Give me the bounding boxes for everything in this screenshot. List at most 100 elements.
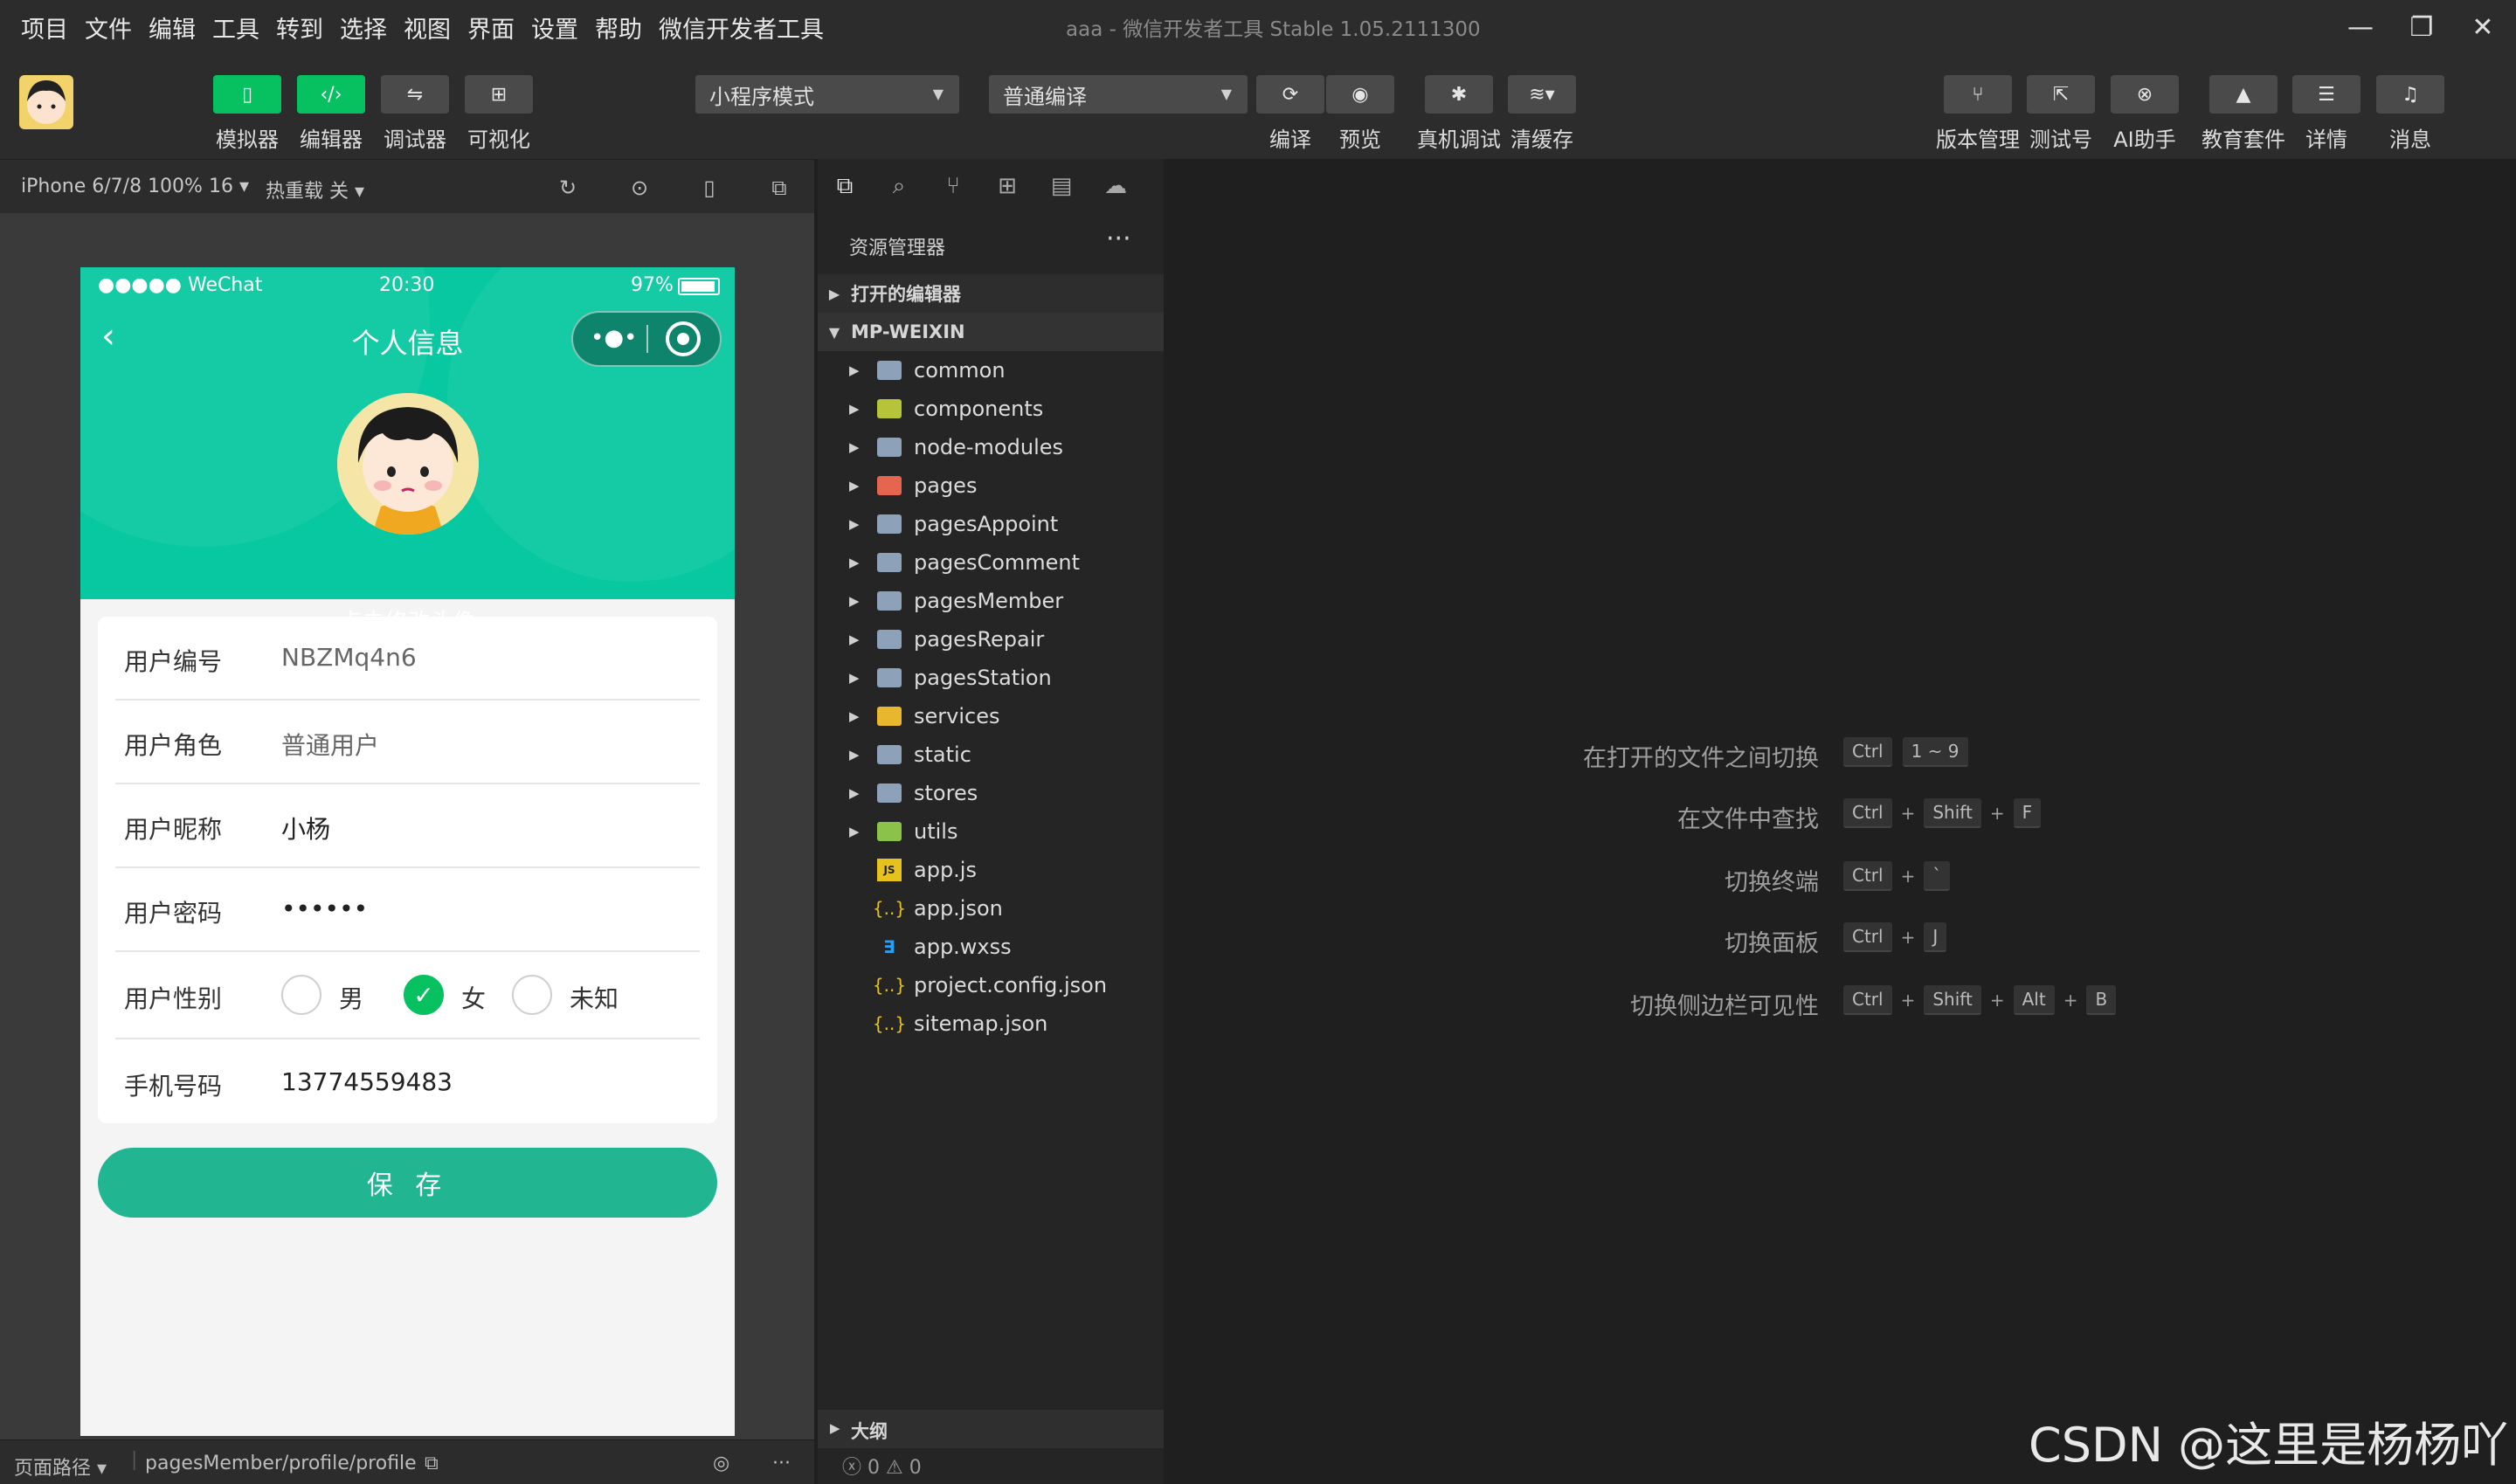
compile-button[interactable]: ⟳ 编译 (1256, 75, 1324, 153)
editor-button[interactable]: ‹/› 编辑器 (297, 75, 365, 153)
close-target-icon[interactable] (666, 321, 701, 356)
folder-services[interactable]: ▶ services (818, 697, 1164, 735)
folder-common[interactable]: ▶ common (818, 351, 1164, 390)
gender-male-radio[interactable] (281, 975, 321, 1015)
folder-utils-icon (877, 822, 902, 841)
shortcut-description: 在文件中查找 (1677, 806, 1819, 833)
folder-node-modules[interactable]: ▶ node-modules (818, 428, 1164, 466)
debugger-button[interactable]: ⇋ 调试器 (381, 75, 449, 153)
menu-item-select[interactable]: 选择 (340, 10, 387, 45)
source-control-icon[interactable]: ⑂ (938, 171, 968, 201)
popout-icon[interactable]: ⧉ (765, 174, 793, 202)
menu-item-tools[interactable]: 工具 (212, 10, 259, 45)
menu-item-goto[interactable]: 转到 (276, 10, 323, 45)
folder-stores[interactable]: ▶ stores (818, 774, 1164, 812)
device-select[interactable]: iPhone 6/7/8 100% 16 ▾ (21, 176, 249, 197)
project-section[interactable]: ▼ MP-WEIXIN (818, 313, 1164, 351)
menu-item-file[interactable]: 文件 (85, 10, 132, 45)
open-editors-section[interactable]: ▶ 打开的编辑器 (818, 274, 1164, 313)
save-button[interactable]: 保 存 (98, 1148, 717, 1218)
menu-item-interface[interactable]: 界面 (467, 10, 515, 45)
preview-button[interactable]: ◉ 预览 (1326, 75, 1394, 153)
simulator-button[interactable]: ▯ 模拟器 (213, 75, 281, 153)
chevron-right-icon: ▶ (849, 555, 860, 570)
folder-components[interactable]: ▶ components (818, 390, 1164, 428)
folder-static[interactable]: ▶ static (818, 735, 1164, 774)
user-avatar[interactable] (19, 75, 73, 129)
copy-icon[interactable]: ⧉ (425, 1453, 439, 1474)
page-path-select[interactable]: 页面路径 ▾ (14, 1453, 107, 1481)
folder-pagesStation[interactable]: ▶ pagesStation (818, 659, 1164, 697)
search-icon[interactable]: ⌕ (884, 171, 914, 201)
folder-pages[interactable]: ▶ pages (818, 466, 1164, 505)
ai-assistant-button[interactable]: ⊗ AI助手 (2111, 75, 2179, 153)
toolbar: ▯ 模拟器 ‹/› 编辑器 ⇋ 调试器 ⊞ 可视化 小程序模式 ▼ 普通编译 ▼ ⟳ 编译 ◉… (0, 54, 2516, 159)
education-kit-button[interactable]: ▲ 教育套件 (2202, 75, 2285, 153)
files-icon[interactable]: ⧉ (830, 171, 860, 201)
gender-unknown-radio[interactable] (512, 975, 552, 1015)
file-app-js[interactable]: JS app.js (818, 851, 1164, 889)
more-icon[interactable]: ··· (1106, 224, 1131, 254)
folder-utils[interactable]: ▶ utils (818, 812, 1164, 851)
visual-button[interactable]: ⊞ 可视化 (465, 75, 533, 153)
profile-avatar[interactable] (337, 393, 479, 535)
compile-select[interactable]: 普通编译 ▼ (989, 75, 1248, 114)
docker-icon[interactable]: ☁ (1101, 171, 1130, 201)
minimize-icon[interactable]: — (2334, 0, 2387, 54)
menu-item-view[interactable]: 视图 (404, 10, 451, 45)
menu-item-help[interactable]: 帮助 (595, 10, 642, 45)
key-cap: Ctrl (1843, 798, 1892, 828)
plus-sign: + (2063, 990, 2078, 1011)
test-account-button[interactable]: ⇱ 测试号 (2027, 75, 2095, 153)
folder-pagesComment[interactable]: ▶ pagesComment (818, 543, 1164, 582)
file-app-json[interactable]: {..} app.json (818, 889, 1164, 928)
eye-icon[interactable]: ◎ (713, 1453, 729, 1474)
chevron-right-icon: ▶ (849, 362, 860, 378)
ai-icon: ⊗ (2111, 75, 2179, 114)
refresh-icon: ⟳ (1256, 75, 1324, 114)
capsule-menu[interactable]: •●• (571, 311, 722, 367)
restore-icon[interactable]: ❐ (2395, 0, 2448, 54)
layout-icon: ⊞ (465, 75, 533, 114)
extensions-icon[interactable]: ⊞ (992, 171, 1022, 201)
file-project-config-json[interactable]: {..} project.config.json (818, 966, 1164, 1004)
menu-item-project[interactable]: 项目 (21, 10, 68, 45)
chevron-right-icon: ▶ (830, 1420, 840, 1436)
more-dots-icon[interactable]: •●• (591, 325, 637, 351)
mode-select[interactable]: 小程序模式 ▼ (695, 75, 959, 114)
phone-input[interactable]: 13774559483 (281, 1067, 453, 1096)
menu-item-edit[interactable]: 编辑 (149, 10, 196, 45)
menu-item-devtools[interactable]: 微信开发者工具 (659, 10, 824, 45)
form-row-user-role: 用户角色 普通用户 (115, 701, 700, 784)
version-control-button[interactable]: ⑂ 版本管理 (1936, 75, 2020, 153)
folder-pagesMember[interactable]: ▶ pagesMember (818, 582, 1164, 620)
stop-icon[interactable]: ⊙ (626, 174, 653, 202)
outline-section[interactable]: ▶ 大纲 (818, 1410, 1164, 1448)
plus-sign: + (1989, 803, 2005, 824)
password-input[interactable]: •••••• (281, 894, 368, 923)
messages-button[interactable]: ♫ 消息 (2376, 75, 2444, 153)
clear-cache-button[interactable]: ≋▾ 清缓存 (1508, 75, 1576, 153)
nickname-input[interactable]: 小杨 (281, 811, 330, 846)
problems-status[interactable]: ⓧ 0 ⚠ 0 (842, 1452, 922, 1480)
bug-icon: ✱ (1425, 75, 1493, 114)
real-device-debug-button[interactable]: ✱ 真机调试 (1417, 75, 1501, 153)
folder-pagesAppoint[interactable]: ▶ pagesAppoint (818, 505, 1164, 543)
user-id-value: NBZMq4n6 (281, 643, 417, 672)
profile-header: ●●●●● WeChat 20:30 97% ‹ 个人信息 •●• (80, 267, 735, 599)
details-button[interactable]: ☰ 详情 (2292, 75, 2360, 153)
device-icon[interactable]: ▯ (695, 174, 723, 202)
storage-icon[interactable]: ▤ (1047, 171, 1076, 201)
close-icon[interactable]: ✕ (2457, 0, 2509, 54)
menu-item-settings[interactable]: 设置 (531, 10, 578, 45)
graduation-cap-icon: ▲ (2209, 75, 2278, 114)
hot-reload-toggle[interactable]: 热重载 关 ▾ (266, 176, 364, 204)
branch-icon: ⑂ (1944, 75, 2012, 114)
file-sitemap-json[interactable]: {..} sitemap.json (818, 1004, 1164, 1043)
file-app-wxss[interactable]: ∃ app.wxss (818, 928, 1164, 966)
folder-pagesRepair[interactable]: ▶ pagesRepair (818, 620, 1164, 659)
gender-female-radio[interactable]: ✓ (404, 975, 444, 1015)
rotate-icon[interactable]: ↻ (554, 174, 582, 202)
caret-down-icon: ▼ (932, 86, 944, 102)
more-icon[interactable]: ··· (772, 1453, 791, 1474)
